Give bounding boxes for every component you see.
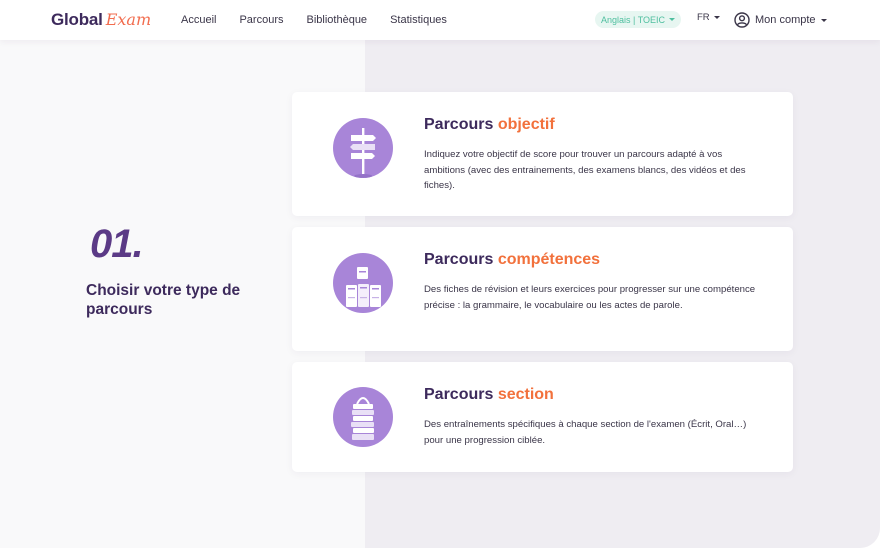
card-title-prefix: Parcours xyxy=(424,251,498,268)
account-menu[interactable]: Mon compte xyxy=(734,10,827,30)
step-number: 01. xyxy=(90,222,144,266)
page: Global Exam Accueil Parcours Bibliothèqu… xyxy=(0,0,880,548)
top-navigation-bar: Global Exam Accueil Parcours Bibliothèqu… xyxy=(0,0,880,40)
chevron-down-icon xyxy=(669,18,676,21)
chevron-down-icon xyxy=(820,18,827,22)
cards-icon xyxy=(333,253,393,313)
card-parcours-competences[interactable]: Parcours compétences Des fiches de révis… xyxy=(292,227,793,351)
globalexam-logo[interactable]: Global Exam xyxy=(51,10,151,30)
book-stack-icon xyxy=(333,387,393,447)
exam-selector-dropdown[interactable]: Anglais | TOEIC xyxy=(595,11,682,28)
language-dropdown[interactable]: FR xyxy=(697,12,720,23)
card-description: Des fiches de révision et leurs exercice… xyxy=(424,284,756,311)
card-description: Indiquez votre objectif de score pour tr… xyxy=(424,149,746,191)
card-title: Parcours section xyxy=(424,386,554,404)
logo-text-global: Global xyxy=(51,10,103,29)
card-title: Parcours objectif xyxy=(424,116,555,134)
signpost-icon xyxy=(333,118,393,178)
chevron-down-icon xyxy=(713,16,720,19)
nav-item-parcours[interactable]: Parcours xyxy=(239,14,283,26)
card-title-highlight: compétences xyxy=(497,251,601,268)
language-label: FR xyxy=(697,12,710,23)
main-nav: Accueil Parcours Bibliothèque Statistiqu… xyxy=(181,0,470,40)
nav-item-bibliotheque[interactable]: Bibliothèque xyxy=(307,14,368,26)
card-title: Parcours compétences xyxy=(424,251,600,269)
user-circle-icon xyxy=(734,12,750,28)
account-label: Mon compte xyxy=(755,14,816,26)
nav-item-accueil[interactable]: Accueil xyxy=(181,14,216,26)
card-title-highlight: objectif xyxy=(497,116,555,133)
exam-selector-label: Anglais | TOEIC xyxy=(601,14,666,25)
card-parcours-section[interactable]: Parcours section Des entraînements spéci… xyxy=(292,362,793,472)
card-title-prefix: Parcours xyxy=(424,116,498,133)
nav-item-statistiques[interactable]: Statistiques xyxy=(390,14,447,26)
logo-text-exam: Exam xyxy=(105,10,152,29)
card-title-prefix: Parcours xyxy=(424,386,498,403)
step-title: Choisir votre type de parcours xyxy=(86,282,241,318)
card-parcours-objectif[interactable]: Parcours objectif Indiquez votre objecti… xyxy=(292,92,793,216)
card-title-highlight: section xyxy=(497,386,554,403)
card-description: Des entraînements spécifiques à chaque s… xyxy=(424,419,747,446)
